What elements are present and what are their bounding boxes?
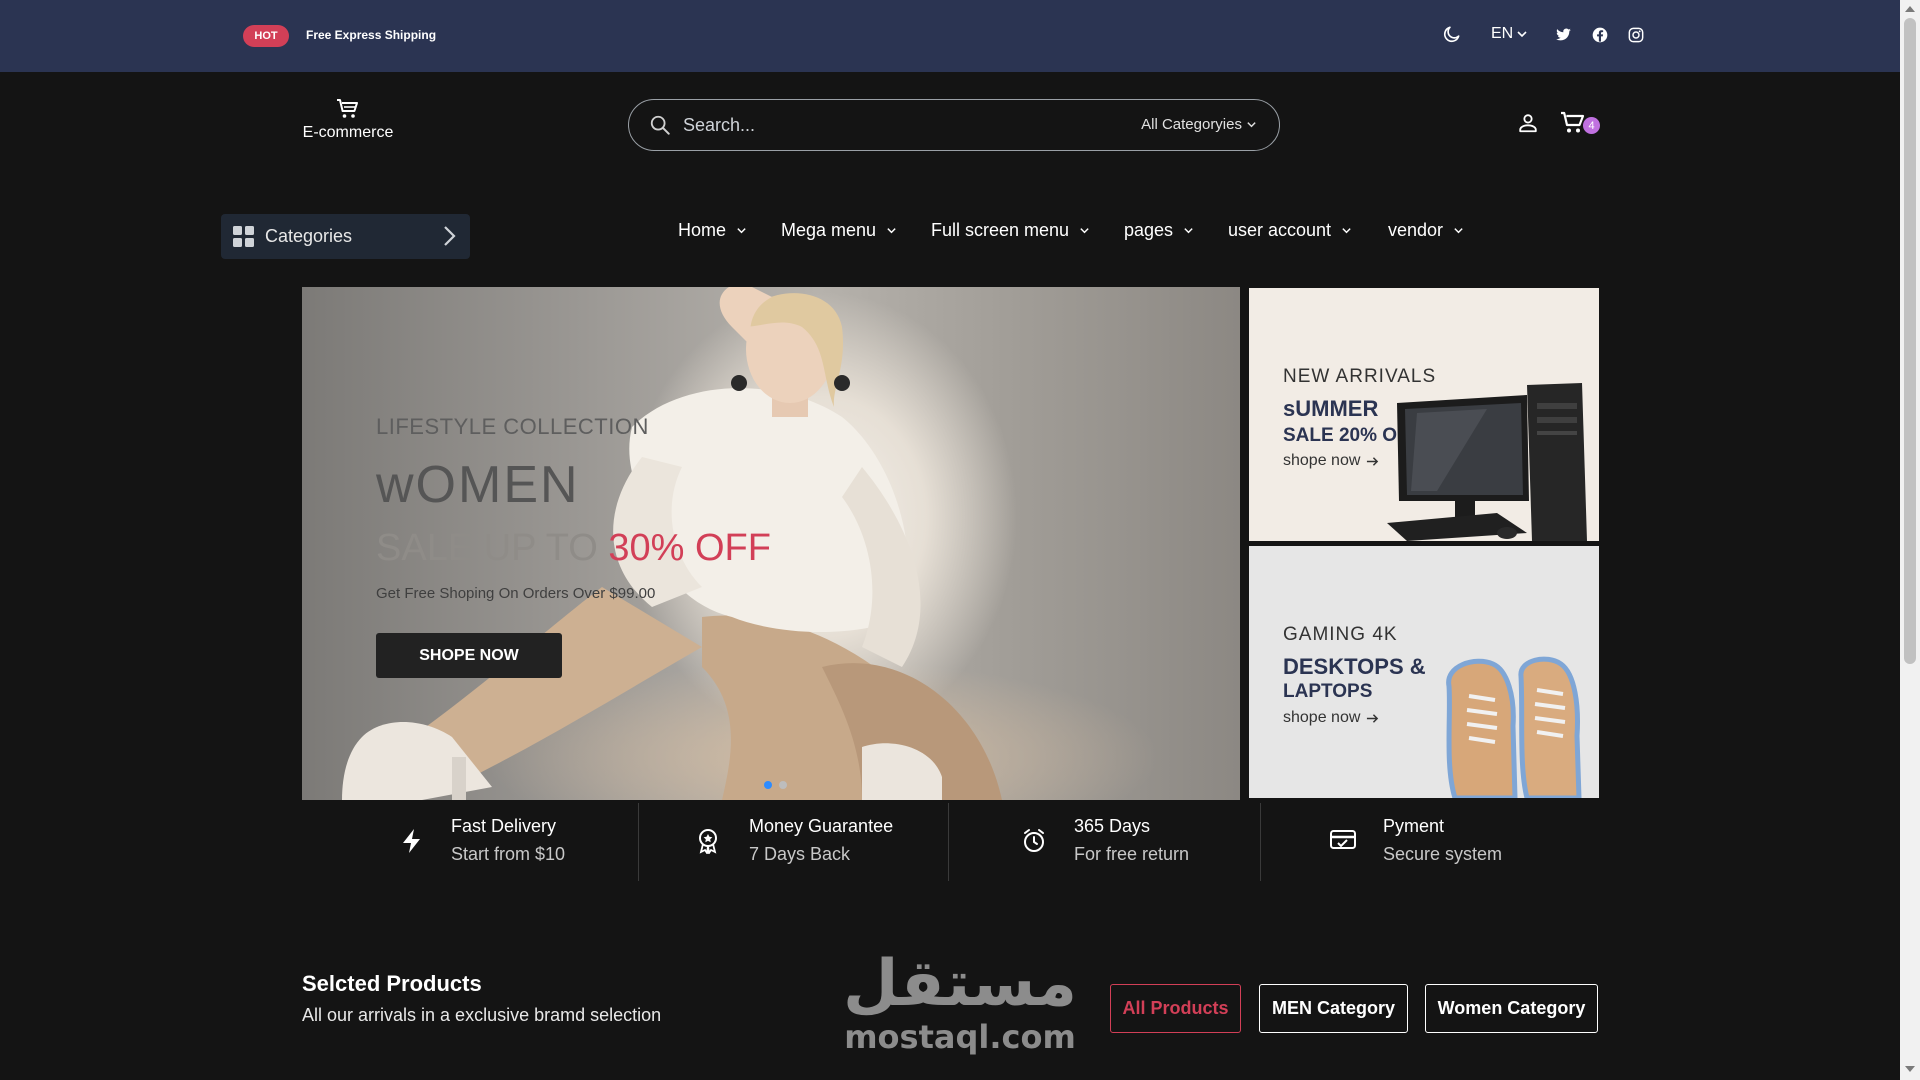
nav-item-pages[interactable]: pages bbox=[1124, 220, 1194, 241]
promo-link-label: shope now bbox=[1283, 452, 1361, 469]
sneakers-image bbox=[1446, 656, 1582, 798]
lightning-icon bbox=[403, 829, 420, 853]
feature-subtitle: 7 Days Back bbox=[749, 844, 851, 864]
top-bar: HOT Free Express Shipping EN bbox=[0, 0, 1900, 72]
feature-subtitle: For free return bbox=[1074, 844, 1190, 864]
search-bar: All Categoryies bbox=[628, 99, 1280, 151]
language-label: EN bbox=[1491, 25, 1514, 42]
user-icon[interactable] bbox=[1517, 112, 1539, 139]
arrow-right-icon bbox=[1367, 713, 1379, 723]
feature-title: Money Guarantee bbox=[749, 816, 894, 836]
feature-divider bbox=[638, 803, 639, 881]
feature-title: Fast Delivery bbox=[451, 816, 557, 836]
search-category-label: All Categoryies bbox=[1141, 116, 1242, 133]
feature-divider bbox=[1260, 803, 1261, 881]
nav-item-full-screen-menu[interactable]: Full screen menu bbox=[931, 220, 1090, 241]
hero-sale: SALE UP TO 30% OFF bbox=[376, 527, 771, 570]
hero-sale-accent: 30% OFF bbox=[608, 527, 771, 569]
promo-card-new-arrivals[interactable]: NEW ARRIVALS sUMMER SALE 20% OFF shope n… bbox=[1249, 288, 1599, 541]
hero-subtitle: Get Free Shoping On Orders Over $99.00 bbox=[376, 585, 656, 602]
logo[interactable]: E-commerce bbox=[300, 98, 396, 142]
filter-men-category-button[interactable]: MEN Category bbox=[1259, 984, 1408, 1033]
slider-dot-2[interactable] bbox=[779, 781, 787, 789]
search-icon bbox=[650, 115, 670, 135]
chevron-down-icon bbox=[1342, 228, 1351, 234]
scroll-up-arrow-icon[interactable] bbox=[1905, 6, 1915, 12]
feature-title: 365 Days bbox=[1074, 816, 1151, 836]
watermark-latin: mostaql.com bbox=[844, 1018, 1076, 1056]
promo-card-gaming[interactable]: GAMING 4K DESKTOPS & LAPTOPS shope now bbox=[1249, 546, 1599, 798]
hero-kicker: LIFESTYLE COLLECTION bbox=[376, 414, 649, 439]
feature-fast-delivery: Fast Delivery Start from $10 bbox=[401, 802, 641, 882]
page-scrollbar[interactable] bbox=[1900, 0, 1920, 1080]
chevron-down-icon bbox=[737, 228, 746, 234]
nav-item-label: Full screen menu bbox=[931, 220, 1070, 240]
mostaql-watermark: مستقل mostaql.com bbox=[840, 948, 1080, 1054]
hot-badge: HOT bbox=[243, 25, 289, 47]
nav-item-user-account[interactable]: user account bbox=[1228, 220, 1352, 241]
nav-item-label: vendor bbox=[1388, 220, 1444, 240]
promo-link[interactable]: shope now bbox=[1283, 709, 1379, 727]
filter-all-products-button[interactable]: All Products bbox=[1110, 984, 1241, 1033]
page: HOT Free Express Shipping EN E-commerce bbox=[0, 0, 1920, 1080]
credit-card-icon bbox=[1330, 830, 1356, 849]
desktop-computer-image bbox=[1387, 383, 1587, 541]
chevron-down-icon bbox=[1080, 228, 1089, 234]
hero-sale-prefix: SALE UP TO bbox=[376, 527, 609, 569]
nav-item-label: Mega menu bbox=[781, 220, 877, 240]
promo-kicker: GAMING 4K bbox=[1283, 624, 1398, 645]
feature-title: Pyment bbox=[1383, 816, 1445, 836]
feature-365-days: 365 Days For free return bbox=[1022, 802, 1262, 882]
search-input[interactable] bbox=[683, 110, 1203, 140]
scroll-down-arrow-icon[interactable] bbox=[1905, 1066, 1915, 1072]
hero-slider: LIFESTYLE COLLECTION wOMEN SALE UP TO 30… bbox=[302, 287, 1240, 800]
cart-logo-icon bbox=[337, 99, 358, 118]
promo-link-label: shope now bbox=[1283, 709, 1361, 726]
language-selector[interactable]: EN bbox=[1491, 25, 1528, 43]
alarm-clock-icon bbox=[1024, 829, 1044, 852]
shop-now-button[interactable]: SHOPE NOW bbox=[376, 633, 562, 678]
chevron-down-icon bbox=[1517, 31, 1527, 38]
shipping-text: Free Express Shipping bbox=[306, 28, 437, 42]
promo-title: DESKTOPS & bbox=[1283, 654, 1426, 679]
main-nav: Home Mega menu Full screen menu pages us… bbox=[0, 220, 1900, 250]
promo-link[interactable]: shope now bbox=[1283, 452, 1379, 470]
feature-money-guarantee: Money Guarantee 7 Days Back bbox=[697, 802, 937, 882]
chevron-down-icon bbox=[1184, 228, 1193, 234]
facebook-icon[interactable] bbox=[1592, 27, 1608, 43]
feature-subtitle: Secure system bbox=[1383, 844, 1503, 864]
nav-item-label: pages bbox=[1124, 220, 1174, 240]
promo-subtitle: LAPTOPS bbox=[1283, 681, 1373, 702]
nav-item-label: Home bbox=[678, 220, 727, 240]
filter-women-category-button[interactable]: Women Category bbox=[1425, 984, 1598, 1033]
section-subtitle: All our arrivals in a exclusive bramd se… bbox=[302, 1005, 662, 1025]
instagram-icon[interactable] bbox=[1628, 27, 1644, 43]
scrollbar-thumb[interactable] bbox=[1904, 18, 1916, 664]
logo-text: E-commerce bbox=[302, 124, 394, 141]
nav-item-label: user account bbox=[1228, 220, 1332, 240]
hero-title: wOMEN bbox=[376, 456, 580, 514]
feature-payment: Pyment Secure system bbox=[1330, 802, 1570, 882]
section-title: Selcted Products bbox=[302, 971, 482, 996]
search-category-select[interactable]: All Categoryies bbox=[1141, 116, 1257, 133]
watermark-arabic: مستقل bbox=[842, 947, 1078, 1021]
nav-item-mega-menu[interactable]: Mega menu bbox=[781, 220, 897, 241]
chevron-down-icon bbox=[1247, 122, 1256, 128]
moon-icon[interactable] bbox=[1442, 24, 1462, 44]
feature-divider bbox=[948, 803, 949, 881]
cart-count-badge: 4 bbox=[1583, 117, 1600, 134]
award-icon bbox=[699, 829, 717, 854]
chevron-down-icon bbox=[887, 228, 896, 234]
slider-dots bbox=[764, 781, 787, 789]
nav-item-home[interactable]: Home bbox=[678, 220, 747, 241]
chevron-down-icon bbox=[1454, 228, 1463, 234]
slider-dot-1[interactable] bbox=[764, 781, 772, 789]
nav-item-vendor[interactable]: vendor bbox=[1388, 220, 1464, 241]
feature-subtitle: Start from $10 bbox=[451, 844, 566, 864]
twitter-icon[interactable] bbox=[1555, 27, 1572, 43]
promo-title: sUMMER bbox=[1283, 396, 1379, 421]
